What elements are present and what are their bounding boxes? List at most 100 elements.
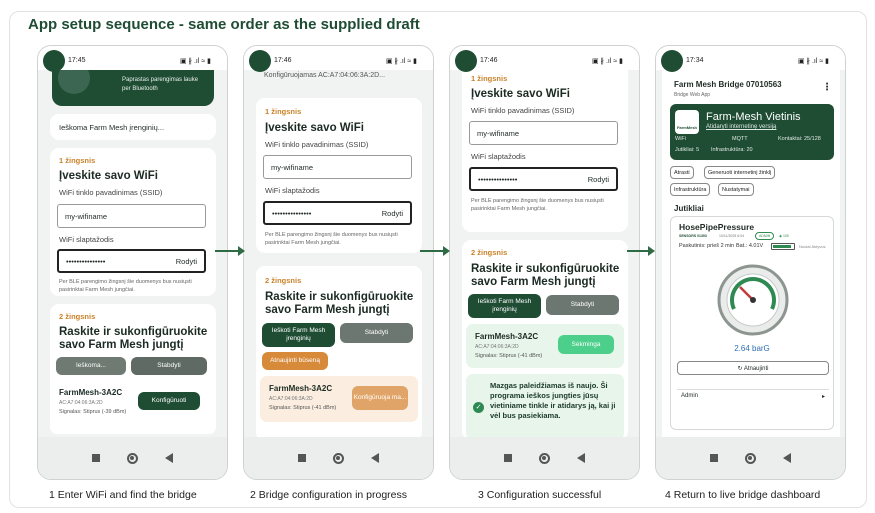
device-item: FarmMesh-3A2C AC:A7:04:06:3A:2D Signalas… — [260, 376, 418, 422]
success-button[interactable]: Sėkminga — [558, 335, 614, 354]
caption-1: 1 Enter WiFi and find the bridge — [49, 489, 197, 501]
camera-badge — [661, 50, 683, 72]
device-item: FarmMesh-3A2C AC:A7:04:06:3A:2D Signalas… — [466, 324, 624, 368]
flow-arrow-2 — [420, 246, 450, 256]
ssid-input[interactable]: my-wifiname — [57, 204, 206, 228]
gauge-svg — [717, 264, 789, 336]
searching-button[interactable]: Ieškoma... — [56, 357, 126, 375]
phone-3: 17:46 ▣ ∦ .ıl ≈ ▮ 1 žingsnis Įveskite sav… — [449, 45, 640, 480]
recent-apps-icon[interactable] — [709, 454, 718, 462]
hint-text: Per BLE parengimo žingsnį šie duomenys b… — [471, 198, 604, 212]
sensor-id: 10/11/2025 6:04 — [719, 234, 745, 238]
status-icons: ▣ ∦ .ıl ≈ ▮ — [385, 58, 417, 65]
battery-voltage: Bat.: 4.01V — [736, 243, 764, 249]
wifi-label: WiFi — [675, 136, 686, 142]
back-icon[interactable] — [783, 453, 792, 463]
screen: Farm Mesh Bridge 07010563 Bridge Web App… — [662, 70, 840, 472]
pass-value: ••••••••••••••• — [478, 174, 518, 184]
password-input[interactable]: ••••••••••••••• Rodyti — [263, 201, 412, 225]
nav-bar — [38, 437, 227, 479]
home-icon[interactable] — [332, 452, 344, 464]
recent-apps-icon[interactable] — [297, 454, 306, 462]
pass-value: ••••••••••••••• — [66, 256, 106, 266]
chip-discover[interactable]: Atrasti — [670, 166, 694, 179]
password-input[interactable]: ••••••••••••••• Rodyti — [57, 249, 206, 273]
nav-bar — [656, 437, 845, 479]
status-time: 17:46 — [274, 57, 292, 64]
password-input[interactable]: ••••••••••••••• Rodyti — [469, 167, 618, 191]
stop-button[interactable]: Stabdyti — [546, 295, 619, 315]
find-title: Raskite ir sukonfigūruokite savo Farm Me… — [471, 263, 620, 289]
logo-text: FarmMesh — [676, 125, 697, 130]
banner-circle — [58, 70, 90, 94]
recent-apps-icon[interactable] — [503, 454, 512, 462]
find-card: 2 žingsnis Raskite ir sukonfigūruokite s… — [256, 266, 422, 441]
sensors-count: Jutikliai: 5 — [675, 147, 700, 153]
caption-2: 2 Bridge configuration in progress — [250, 489, 408, 501]
status-bar: 17:34 ▣ ∦ .ıl ≈ ▮ — [656, 46, 845, 70]
phone-2: 17:46 ▣ ∦ .ıl ≈ ▮ Konfigūruojamas AC:A7:0… — [243, 45, 434, 480]
refresh-button[interactable]: ↻ Atnaujinti — [677, 361, 829, 375]
search-devices-button[interactable]: Ieškoti Farm Mesh įrenginių — [262, 323, 335, 347]
chip-settings[interactable]: Nustatymai — [718, 183, 754, 196]
farmmesh-logo: FarmMesh — [675, 110, 699, 134]
home-icon[interactable] — [126, 452, 138, 464]
menu-icon[interactable]: ⋮ — [822, 82, 832, 93]
find-title: Raskite ir sukonfigūruokite savo Farm Me… — [59, 326, 208, 352]
ssid-value: my-wifiname — [65, 211, 108, 221]
battery-icon — [771, 243, 795, 250]
ssid-value: my-wifiname — [477, 128, 520, 138]
caption-4: 4 Return to live bridge dashboard — [665, 489, 821, 501]
open-web-link[interactable]: Atidaryti internetinę versiją — [706, 124, 776, 130]
camera-badge — [43, 50, 65, 72]
ssid-value: my-wifiname — [271, 162, 314, 172]
last-seen: Paskutinis: prieš 2 min — [679, 243, 735, 249]
banner: Paprastas parengimas lauke per Bluetooth — [52, 70, 214, 106]
home-icon[interactable] — [538, 452, 550, 464]
back-icon[interactable] — [577, 453, 586, 463]
hint-text: Per BLE parengimo žingsnį šie duomenys b… — [59, 279, 192, 293]
screen: Konfigūruojamas AC:A7:04:06:3A:2D... 1 ž… — [250, 70, 428, 472]
status-icons: ▣ ∦ .ıl ≈ ▮ — [797, 58, 829, 65]
back-icon[interactable] — [371, 453, 380, 463]
flow-arrow-3 — [627, 246, 655, 256]
pass-label: WiFi slaptažodis — [265, 186, 320, 195]
battery-fill — [773, 245, 791, 248]
search-devices-button[interactable]: Ieškoti Farm Mesh įrenginių — [468, 294, 541, 318]
admin-badge: ADMIN — [755, 232, 775, 240]
searching-text: Ieškoma Farm Mesh įrenginių... — [59, 122, 165, 132]
status-time: 17:45 — [68, 57, 86, 64]
status-bar: 17:46 ▣ ∦ .ıl ≈ ▮ — [450, 46, 639, 70]
configure-button[interactable]: Konfigūruoti — [138, 392, 200, 410]
ssid-input[interactable]: my-wifiname — [469, 121, 618, 145]
status-time: 17:46 — [480, 57, 498, 64]
wifi-card: 1 žingsnis Įveskite savo WiFi WiFi tinkl… — [256, 98, 422, 253]
pass-value: ••••••••••••••• — [272, 208, 312, 218]
sensors-heading: Jutikliai — [674, 204, 704, 213]
stop-button[interactable]: Stabdyti — [340, 323, 413, 343]
show-password-button[interactable]: Rodyti — [588, 175, 609, 184]
ssid-input[interactable]: my-wifiname — [263, 155, 412, 179]
chevron-icon: ▸ — [821, 393, 825, 400]
step-label: 1 žingsnis — [265, 107, 302, 116]
stop-button[interactable]: Stabdyti — [131, 357, 207, 375]
chip-infrastructure[interactable]: Infrastruktūra — [670, 183, 711, 196]
find-card: 2 žingsnis Raskite ir sukonfigūruokite s… — [462, 240, 628, 440]
battery-label: Nuolat Aktyvus — [799, 244, 826, 249]
camera-badge — [249, 50, 271, 72]
wifi-card: 1 žingsnis Įveskite savo WiFi WiFi tinkl… — [462, 70, 628, 232]
chip-generate-web[interactable]: Generuoti internetinį žinklį — [704, 166, 776, 179]
admin-select[interactable]: Admin ▸ — [677, 389, 829, 402]
home-icon[interactable] — [744, 452, 756, 464]
configuring-button[interactable]: Konfigūruoja ma... — [352, 386, 408, 410]
back-icon[interactable] — [165, 453, 174, 463]
show-password-button[interactable]: Rodyti — [382, 209, 403, 218]
infra-count: Infrastruktūra: 20 — [711, 147, 753, 153]
ssid-label: WiFi tinklo pavadinimas (SSID) — [59, 188, 163, 197]
step-label: 1 žingsnis — [59, 156, 96, 165]
show-password-button[interactable]: Rodyti — [176, 257, 197, 266]
screen: 1 žingsnis Įveskite savo WiFi WiFi tinkl… — [456, 70, 634, 472]
refresh-status-button[interactable]: Atnaujinti būseną — [262, 352, 328, 370]
recent-apps-icon[interactable] — [91, 454, 100, 462]
hint-text: Per BLE parengimo žingsnį šie duomenys b… — [265, 232, 398, 246]
